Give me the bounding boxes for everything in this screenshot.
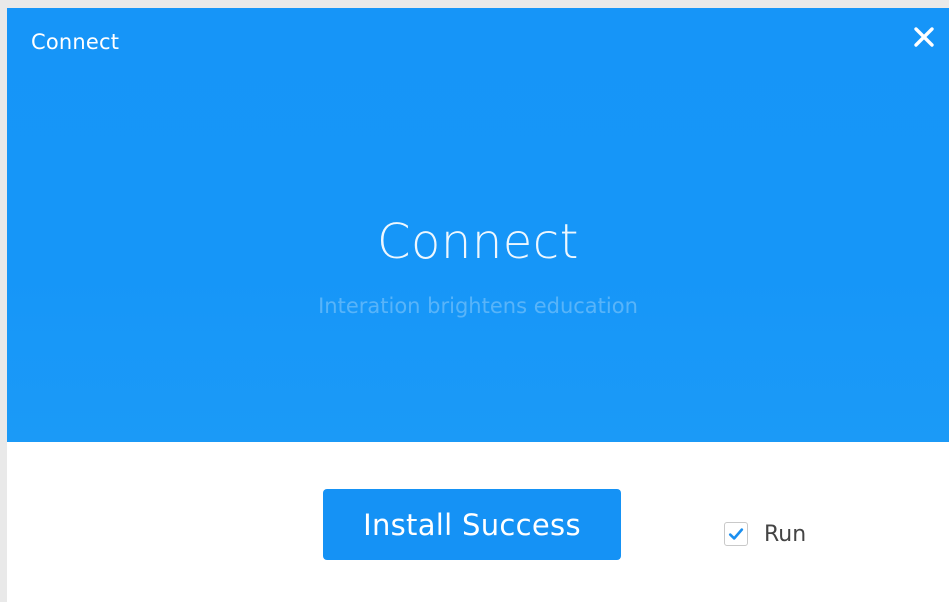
close-button[interactable] [909, 22, 939, 52]
app-name-heading: Connect [377, 214, 579, 270]
checkmark-icon [728, 528, 744, 540]
run-checkbox[interactable] [724, 522, 748, 546]
header-banner: Connect Connect Interation brightens edu… [7, 8, 949, 442]
installer-window: Connect Connect Interation brightens edu… [7, 8, 949, 602]
tagline: Interation brightens education [318, 294, 638, 318]
footer-panel: Install Success Run [7, 442, 949, 602]
close-icon [914, 27, 934, 47]
run-checkbox-group[interactable]: Run [724, 520, 806, 548]
install-success-button[interactable]: Install Success [323, 489, 621, 560]
run-label: Run [764, 521, 807, 547]
window-title: Connect [31, 30, 120, 54]
